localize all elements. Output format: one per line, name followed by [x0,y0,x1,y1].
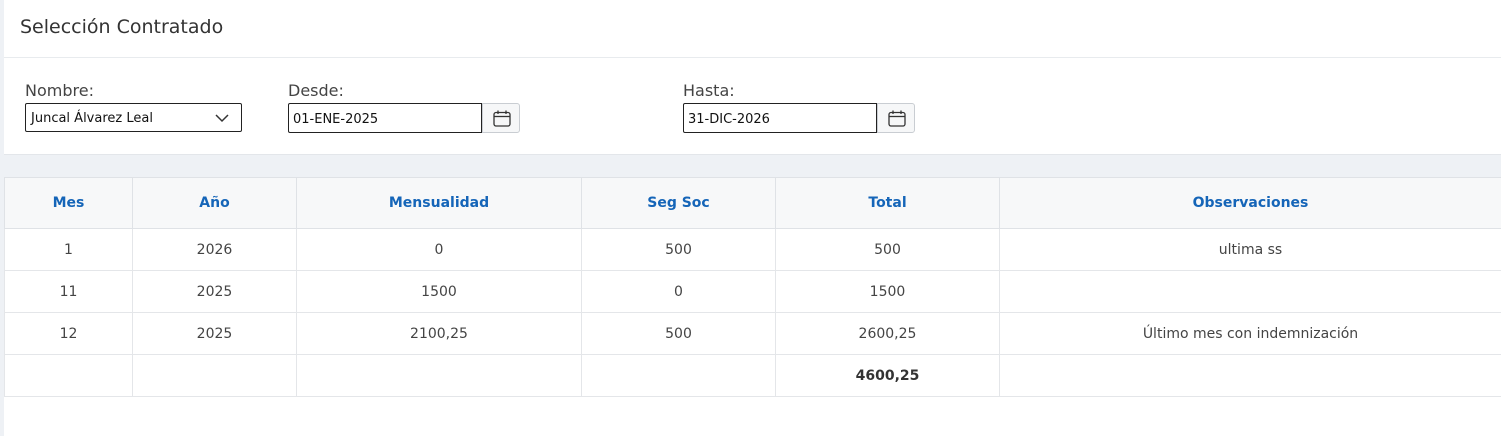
footer-cell-empty [999,354,1501,397]
table-row[interactable]: 12 2025 2100,25 500 2600,25 Último mes c… [4,312,1501,355]
desde-date-value: 01-ENE-2025 [293,112,379,127]
hasta-date-value: 31-DIC-2026 [688,112,770,127]
cell-mensualidad: 1500 [296,270,582,313]
calendar-icon [493,110,511,127]
table-row[interactable]: 1 2026 0 500 500 ultima ss [4,228,1501,271]
chevron-down-icon [215,114,229,123]
cell-observaciones: Último mes con indemnización [999,312,1501,355]
cell-total: 1500 [775,270,1000,313]
cell-seg-soc: 0 [581,270,776,313]
panel-title: Selección Contratado [20,16,224,38]
cell-mensualidad: 0 [296,228,582,271]
footer-cell-empty [581,354,776,397]
footer-cell-empty [4,354,133,397]
table-header-row: Mes Año Mensualidad Seg Soc Total Observ… [4,177,1501,229]
desde-calendar-button[interactable] [482,103,520,133]
column-header-seg-soc[interactable]: Seg Soc [581,177,776,229]
cell-mensualidad: 2100,25 [296,312,582,355]
footer-cell-empty [296,354,582,397]
cell-total: 500 [775,228,1000,271]
hasta-date-input[interactable]: 31-DIC-2026 [683,103,877,133]
cell-observaciones [999,270,1501,313]
desde-date-input[interactable]: 01-ENE-2025 [288,103,482,133]
cell-mes: 11 [4,270,133,313]
column-header-ano[interactable]: Año [132,177,297,229]
table-row[interactable]: 11 2025 1500 0 1500 [4,270,1501,313]
cell-ano: 2026 [132,228,297,271]
hasta-label: Hasta: [683,81,735,100]
nombre-select-value: Juncal Álvarez Leal [31,111,153,126]
footer-cell-empty [132,354,297,397]
column-header-total[interactable]: Total [775,177,1000,229]
column-header-observaciones[interactable]: Observaciones [999,177,1501,229]
selection-panel: Selección Contratado Nombre: Juncal Álva… [4,0,1501,155]
cell-total: 2600,25 [775,312,1000,355]
payments-grid: Mes Año Mensualidad Seg Soc Total Observ… [4,177,1501,436]
nombre-label: Nombre: [25,81,94,100]
nombre-select[interactable]: Juncal Álvarez Leal [25,103,242,132]
cell-mes: 12 [4,312,133,355]
cell-observaciones: ultima ss [999,228,1501,271]
cell-seg-soc: 500 [581,228,776,271]
payments-table: Mes Año Mensualidad Seg Soc Total Observ… [4,177,1501,397]
cell-ano: 2025 [132,312,297,355]
cell-ano: 2025 [132,270,297,313]
hasta-calendar-button[interactable] [877,103,915,133]
calendar-icon [888,110,906,127]
table-footer-row: 4600,25 [4,354,1501,397]
cell-mes: 1 [4,228,133,271]
cell-seg-soc: 500 [581,312,776,355]
column-header-mes[interactable]: Mes [4,177,133,229]
grand-total-value: 4600,25 [775,354,1000,397]
desde-label: Desde: [288,81,344,100]
panel-divider [4,57,1501,58]
column-header-mensualidad[interactable]: Mensualidad [296,177,582,229]
